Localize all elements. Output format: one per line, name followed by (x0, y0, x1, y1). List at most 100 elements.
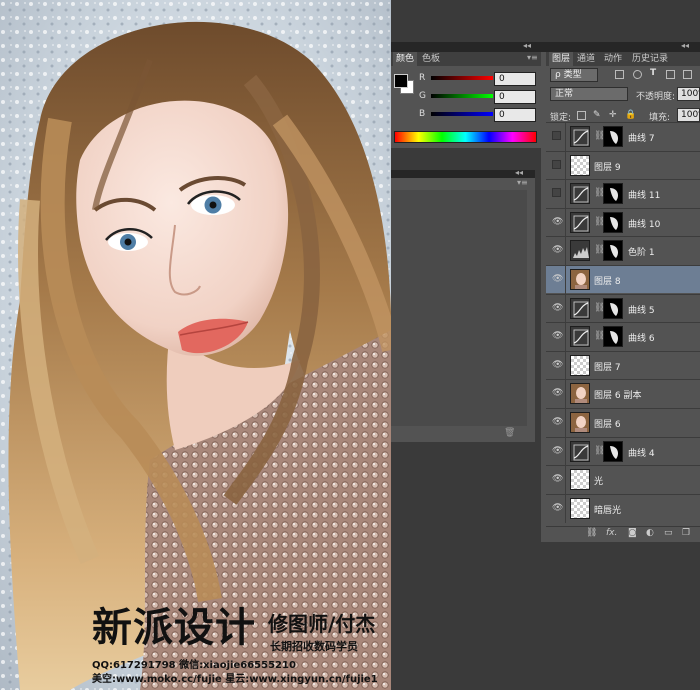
layer-name[interactable]: 曲线 5 (628, 303, 655, 316)
color-spectrum-bar[interactable] (394, 131, 537, 143)
eye-icon[interactable]: 👁 (552, 388, 563, 398)
blend-mode-select[interactable]: 正常 (550, 87, 628, 101)
layer-name[interactable]: 图层 6 副本 (594, 388, 641, 401)
layer-row[interactable]: 👁 ⛓ 曲线 5 (546, 293, 700, 323)
new-layer-icon[interactable]: ❐ (682, 528, 690, 538)
curves-adjustment-icon[interactable] (570, 183, 590, 205)
eye-icon[interactable]: 👁 (552, 474, 563, 484)
curves-adjustment-icon[interactable] (570, 297, 590, 319)
layer-mask-thumbnail[interactable] (603, 240, 623, 262)
layer-row[interactable]: ⛓ 曲线 11 (546, 179, 700, 209)
filter-type-icon[interactable]: T (650, 68, 656, 78)
lock-paint-icon[interactable]: ✎ (593, 110, 601, 120)
layer-name[interactable]: 曲线 11 (628, 188, 660, 201)
filter-smart-object-icon[interactable] (683, 70, 692, 79)
layer-filter-kind[interactable]: ρ 类型 (550, 68, 598, 82)
layer-mask-thumbnail[interactable] (603, 211, 623, 233)
layer-name[interactable]: 色阶 1 (628, 245, 655, 258)
visibility-toggle-off[interactable] (552, 188, 561, 198)
curves-adjustment-icon[interactable] (570, 440, 590, 462)
layer-mask-thumbnail[interactable] (603, 297, 623, 319)
lock-move-icon[interactable]: ✛ (609, 110, 617, 120)
eye-icon[interactable]: 👁 (552, 245, 563, 255)
eye-icon[interactable]: 👁 (552, 217, 563, 227)
layer-row[interactable]: 👁 ⛓ 色阶 1 (546, 236, 700, 266)
levels-adjustment-icon[interactable] (570, 240, 590, 262)
layer-mask-thumbnail[interactable] (603, 183, 623, 205)
lock-all-icon[interactable]: 🔒 (625, 110, 636, 120)
panel-menu-icon-mid[interactable]: ▾≡ (517, 178, 528, 187)
visibility-toggle-off[interactable] (552, 159, 561, 169)
channel-b-slider[interactable] (431, 112, 493, 116)
layer-thumbnail[interactable] (570, 154, 590, 176)
filter-shape-icon[interactable] (666, 70, 675, 79)
adjustment-icon[interactable]: ◐ (646, 528, 654, 538)
layer-name[interactable]: 曲线 10 (628, 217, 660, 230)
layer-row[interactable]: 👁 光 (546, 465, 700, 495)
collapse-icon-right[interactable]: ◂◂ (681, 41, 689, 50)
curves-adjustment-icon[interactable] (570, 126, 590, 147)
layer-name[interactable]: 图层 8 (594, 274, 621, 287)
channel-r-slider[interactable] (431, 76, 493, 80)
layer-thumbnail[interactable] (570, 383, 590, 405)
layer-row[interactable]: 👁 图层 6 副本 (546, 379, 700, 409)
curves-adjustment-icon[interactable] (570, 211, 590, 233)
eye-icon[interactable]: 👁 (552, 331, 563, 341)
layer-thumbnail[interactable] (570, 497, 590, 519)
eye-icon[interactable]: 👁 (552, 360, 563, 370)
filter-pixel-icon[interactable] (615, 70, 624, 79)
tab-color[interactable]: 颜色 (393, 52, 418, 66)
layer-row[interactable]: 图层 9 (546, 150, 700, 180)
layer-mask-thumbnail[interactable] (603, 440, 623, 462)
layer-name[interactable]: 曲线 4 (628, 446, 655, 459)
layer-row[interactable]: 👁 ⛓ 曲线 4 (546, 436, 700, 466)
layer-row[interactable]: ⛓ 曲线 7 (546, 122, 700, 151)
layer-row[interactable]: 👁 ⛓ 曲线 6 (546, 322, 700, 352)
visibility-toggle-off[interactable] (552, 131, 561, 140)
tab-layers[interactable]: 图层 (549, 52, 574, 66)
eye-icon[interactable]: 👁 (552, 274, 563, 284)
layer-name[interactable]: 曲线 6 (628, 331, 655, 344)
filter-adjustment-icon[interactable] (633, 70, 642, 79)
eye-icon[interactable]: 👁 (552, 446, 563, 456)
fx-icon[interactable]: fx. (606, 528, 617, 538)
link-icon[interactable]: ⛓ (586, 528, 597, 538)
layer-name[interactable]: 曲线 7 (628, 131, 655, 144)
layer-thumbnail[interactable] (570, 269, 590, 290)
layer-mask-thumbnail[interactable] (603, 126, 623, 147)
eye-icon[interactable]: 👁 (552, 303, 563, 313)
collapse-icon-mid[interactable]: ◂◂ (515, 168, 523, 177)
layer-name[interactable]: 图层 6 (594, 417, 621, 430)
opacity-input[interactable]: 100% (677, 87, 700, 101)
foreground-color-swatch[interactable] (394, 74, 408, 88)
tab-channels[interactable]: 通道 (574, 52, 598, 66)
panel-menu-icon[interactable]: ▾≡ (527, 53, 538, 62)
eye-icon[interactable]: 👁 (552, 417, 563, 427)
layer-name[interactable]: 暗唇光 (594, 503, 621, 516)
eye-icon[interactable]: 👁 (552, 503, 563, 513)
layer-row[interactable]: 👁 ⛓ 曲线 10 (546, 207, 700, 237)
folder-icon[interactable]: ▭ (664, 528, 673, 538)
layer-name[interactable]: 图层 9 (594, 160, 621, 173)
channel-g-value[interactable]: 0 (494, 90, 536, 104)
layer-thumbnail[interactable] (570, 412, 590, 433)
curves-adjustment-icon[interactable] (570, 326, 590, 348)
layer-name[interactable]: 光 (594, 474, 603, 487)
layer-thumbnail[interactable] (570, 469, 590, 491)
layer-row[interactable]: 👁 暗唇光 (546, 493, 700, 523)
mask-icon[interactable]: ◙ (628, 528, 637, 538)
trash-icon[interactable]: 🗑 (504, 428, 515, 438)
channel-b-value[interactable]: 0 (494, 108, 536, 122)
layer-mask-thumbnail[interactable] (603, 326, 623, 348)
tab-history[interactable]: 历史记录 (629, 52, 671, 66)
collapse-icon[interactable]: ◂◂ (523, 41, 531, 50)
layer-thumbnail[interactable] (570, 354, 590, 376)
tab-actions[interactable]: 动作 (601, 52, 625, 66)
channel-g-slider[interactable] (431, 94, 493, 98)
layer-name[interactable]: 图层 7 (594, 360, 621, 373)
tab-swatches[interactable]: 色板 (419, 52, 443, 66)
fill-input[interactable]: 100% (677, 108, 700, 122)
layer-row[interactable]: 👁 图层 6 (546, 408, 700, 437)
layer-row[interactable]: 👁 图层 8 (546, 265, 700, 294)
layer-row[interactable]: 👁 图层 7 (546, 350, 700, 380)
